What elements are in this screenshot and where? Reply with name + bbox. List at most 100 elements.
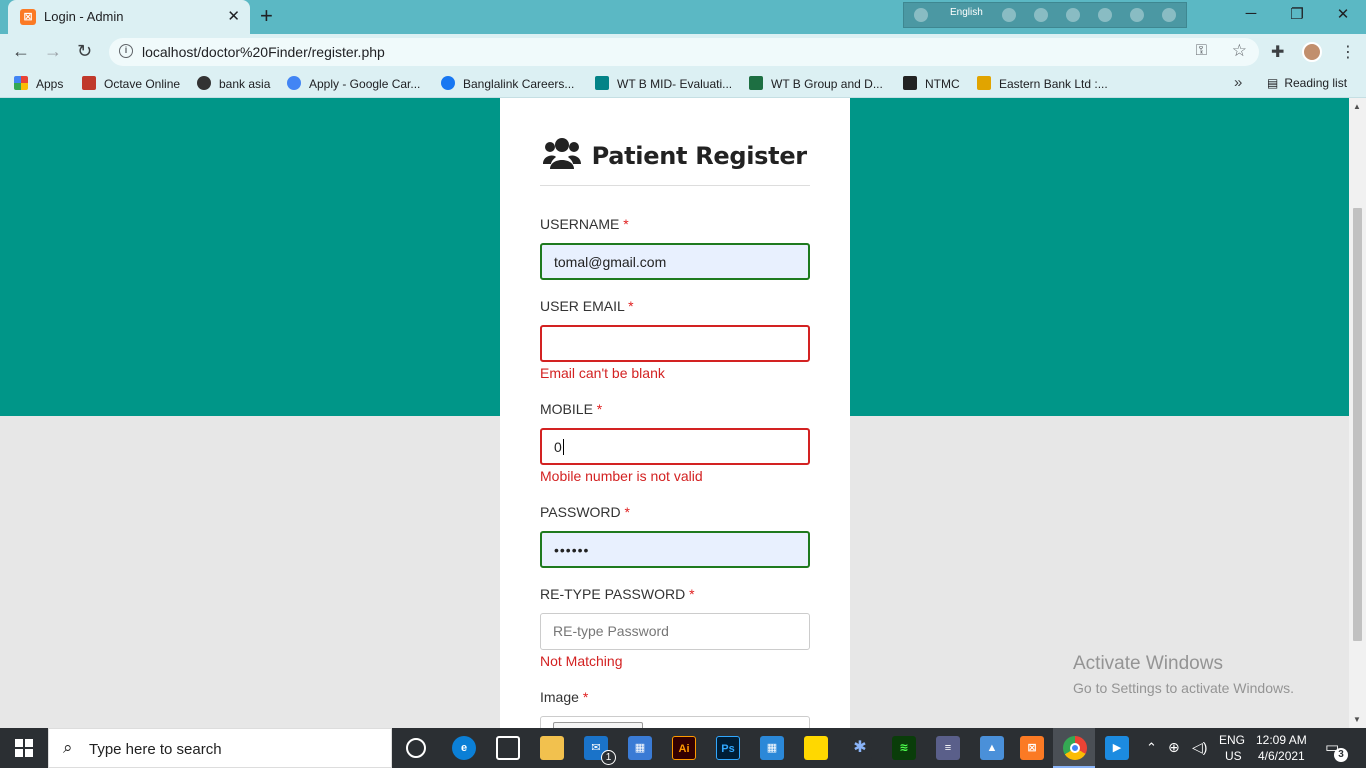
bookmark-google-careers[interactable]: Apply - Google Car... [287,76,420,91]
xampp-icon[interactable]: ⊠ [1020,736,1044,760]
required-mark: * [596,401,603,417]
ime-tool-icon[interactable] [1034,8,1048,22]
ime-logo-icon[interactable] [914,8,928,22]
username-input[interactable]: tomal@gmail.com [540,243,810,280]
sharepoint-icon [595,76,609,90]
bookmarks-overflow-icon[interactable]: » [1234,74,1242,91]
image-label-text: Image [540,689,579,705]
bookmark-wt-mid[interactable]: WT B MID- Evaluati... [595,76,732,91]
reading-list[interactable]: ▤ Reading list [1267,76,1347,90]
address-bar[interactable]: i localhost/doctor%20Finder/register.php… [109,38,1259,66]
retype-password-input[interactable]: RE-type Password [540,613,810,650]
scrollbar-thumb[interactable] [1353,208,1362,641]
browser-tab[interactable]: ⊠ Login - Admin ✕ [8,0,250,34]
bookmark-label: Eastern Bank Ltd :... [999,77,1108,91]
language-bottom[interactable]: US [1225,749,1242,763]
bookmarks-bar: Apps Octave Online bank asia Apply - Goo… [0,70,1366,98]
ime-web-icon[interactable] [1098,8,1112,22]
calendar-icon[interactable]: ▦ [760,736,784,760]
calculator-icon[interactable]: ▦ [628,736,652,760]
key-icon[interactable]: ⚿ [1196,42,1207,59]
site-info-icon[interactable]: i [119,44,133,58]
email-input[interactable] [540,325,810,362]
bookmark-label: WT B Group and D... [771,77,883,91]
taskbar-search[interactable]: ⌕ Type here to search [48,728,392,768]
file-explorer-icon[interactable] [540,736,564,760]
email-label: USER EMAIL * [540,298,634,314]
page-viewport: Patient Register USERNAME * tomal@gmail.… [0,98,1366,728]
mobile-label: MOBILE * [540,401,602,417]
username-label-text: USERNAME [540,216,620,232]
volume-icon[interactable]: ◁) [1192,739,1207,756]
profile-avatar[interactable] [1302,42,1322,62]
mobile-label-text: MOBILE [540,401,593,417]
required-mark: * [689,586,695,602]
required-mark: * [582,689,589,705]
chrome-taskbar-button[interactable] [1053,728,1095,768]
bookmark-star-icon[interactable]: ☆ [1232,41,1247,61]
clock-date[interactable]: 4/6/2021 [1258,749,1305,763]
text-caret [562,439,564,455]
bookmark-label: Apply - Google Car... [309,77,421,91]
bookmark-eastern-bank[interactable]: Eastern Bank Ltd :... [977,76,1108,91]
bookmark-apps[interactable]: Apps [14,76,63,91]
ntmc-icon [903,76,917,90]
ime-info-icon[interactable] [1162,8,1176,22]
mobile-error: Mobile number is not valid [540,468,703,484]
password-input[interactable]: •••••• [540,531,810,568]
bookmark-octave[interactable]: Octave Online [82,76,180,91]
reload-icon[interactable]: ↻ [77,41,92,61]
restore-icon[interactable]: ❐ [1274,5,1320,23]
more-menu-icon[interactable]: ⋮ [1340,42,1356,62]
tray-chevron-icon[interactable]: ⌃ [1146,740,1157,756]
monitor-app-icon[interactable]: ≋ [892,736,916,760]
url-text[interactable]: localhost/doctor%20Finder/register.php [142,44,385,60]
ebl-icon [977,76,991,90]
bookmark-banglalink[interactable]: Banglalink Careers... [441,76,574,91]
bookmark-ntmc[interactable]: NTMC [903,76,960,91]
excel-icon [749,76,763,90]
search-icon: ⌕ [63,738,73,757]
page-scrollbar[interactable]: ▲ ▼ [1349,98,1366,728]
photoshop-icon[interactable]: Ps [716,736,740,760]
language-top[interactable]: ENG [1219,733,1245,747]
network-tool-icon[interactable]: ✱ [848,736,872,760]
photos-icon[interactable]: ▲ [980,736,1004,760]
watermark-subtitle: Go to Settings to activate Windows. [1073,680,1294,696]
page-title: Patient Register [591,141,808,170]
network-globe-icon[interactable]: ⊕ [1168,739,1180,756]
required-mark: * [628,298,634,314]
cortana-icon[interactable] [406,738,426,758]
back-arrow-icon[interactable]: ← [12,41,30,61]
apps-grid-icon [14,76,28,90]
ime-settings-icon[interactable] [1066,8,1080,22]
ime-help-icon[interactable] [1130,8,1144,22]
ime-language[interactable]: English [950,7,983,18]
image-file-input[interactable] [540,716,810,728]
new-tab-icon[interactable]: + [260,4,273,28]
minimize-icon[interactable]: ─ [1228,5,1274,22]
bookmark-wt-group[interactable]: WT B Group and D... [749,76,883,91]
clock-time[interactable]: 12:09 AM [1256,733,1307,747]
edge-icon[interactable]: e [452,736,476,760]
email-label-text: USER EMAIL [540,298,625,314]
globe-icon [197,76,211,90]
google-icon [287,76,301,90]
settings-app-icon[interactable]: ≡ [936,736,960,760]
mobile-input[interactable]: 0 [540,428,810,465]
ime-keyboard-icon[interactable] [1002,8,1016,22]
windows-start-icon[interactable] [15,739,33,757]
extensions-puzzle-icon[interactable]: ✚ [1271,42,1284,62]
store-icon[interactable] [496,736,520,760]
close-window-icon[interactable]: ✕ [1320,5,1366,23]
scroll-up-icon[interactable]: ▲ [1353,102,1361,111]
ime-language-bar[interactable]: English [903,2,1187,28]
watermark-title: Activate Windows [1073,653,1223,674]
bookmark-bank-asia[interactable]: bank asia [197,76,270,91]
sticky-notes-icon[interactable] [804,736,828,760]
tab-close-icon[interactable]: ✕ [227,7,240,25]
scroll-down-icon[interactable]: ▼ [1353,715,1361,724]
forward-arrow-icon[interactable]: → [44,41,62,61]
illustrator-icon[interactable]: Ai [672,736,696,760]
media-player-icon[interactable]: ▶ [1105,736,1129,760]
